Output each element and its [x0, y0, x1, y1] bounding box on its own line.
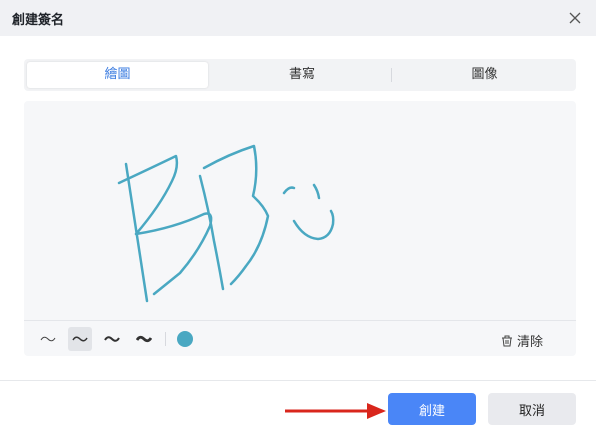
cancel-button[interactable]: 取消	[488, 393, 576, 425]
dialog-title: 創建簽名	[12, 13, 65, 28]
thickest-stroke-icon[interactable]	[132, 327, 156, 351]
color-picker-dot[interactable]	[177, 331, 193, 347]
dialog-header: 創建簽名	[0, 0, 596, 36]
close-icon[interactable]	[565, 8, 585, 28]
clear-label: 清除	[517, 334, 544, 350]
signature-drawing	[117, 144, 335, 303]
annotation-arrow-icon	[285, 403, 386, 419]
signature-mode-tabs: 繪圖 書寫 圖像	[24, 59, 576, 91]
trash-icon	[502, 335, 512, 346]
clear-button[interactable]: 清除	[500, 331, 544, 350]
signature-canvas[interactable]: 清除	[24, 101, 576, 356]
create-button-label: 創建	[418, 403, 445, 419]
tab-divider	[391, 68, 392, 82]
tab-image-label: 圖像	[471, 67, 498, 82]
tab-draw[interactable]: 繪圖	[27, 62, 208, 88]
create-button[interactable]: 創建	[388, 393, 476, 425]
tab-image[interactable]: 圖像	[396, 62, 573, 88]
medium-stroke-icon[interactable]	[68, 327, 92, 351]
canvas-toolbar-divider	[24, 320, 576, 321]
thin-stroke-icon[interactable]	[36, 327, 60, 351]
cancel-button-label: 取消	[518, 403, 545, 419]
tab-write[interactable]: 書寫	[214, 62, 390, 88]
tab-draw-label: 繪圖	[104, 67, 131, 82]
tab-write-label: 書寫	[288, 67, 315, 82]
thick-stroke-icon[interactable]	[100, 327, 124, 351]
create-signature-dialog: 創建簽名 繪圖 書寫 圖像 清除 創建 取消	[0, 0, 596, 433]
footer-divider	[0, 380, 596, 381]
toolbar-divider	[165, 332, 166, 346]
